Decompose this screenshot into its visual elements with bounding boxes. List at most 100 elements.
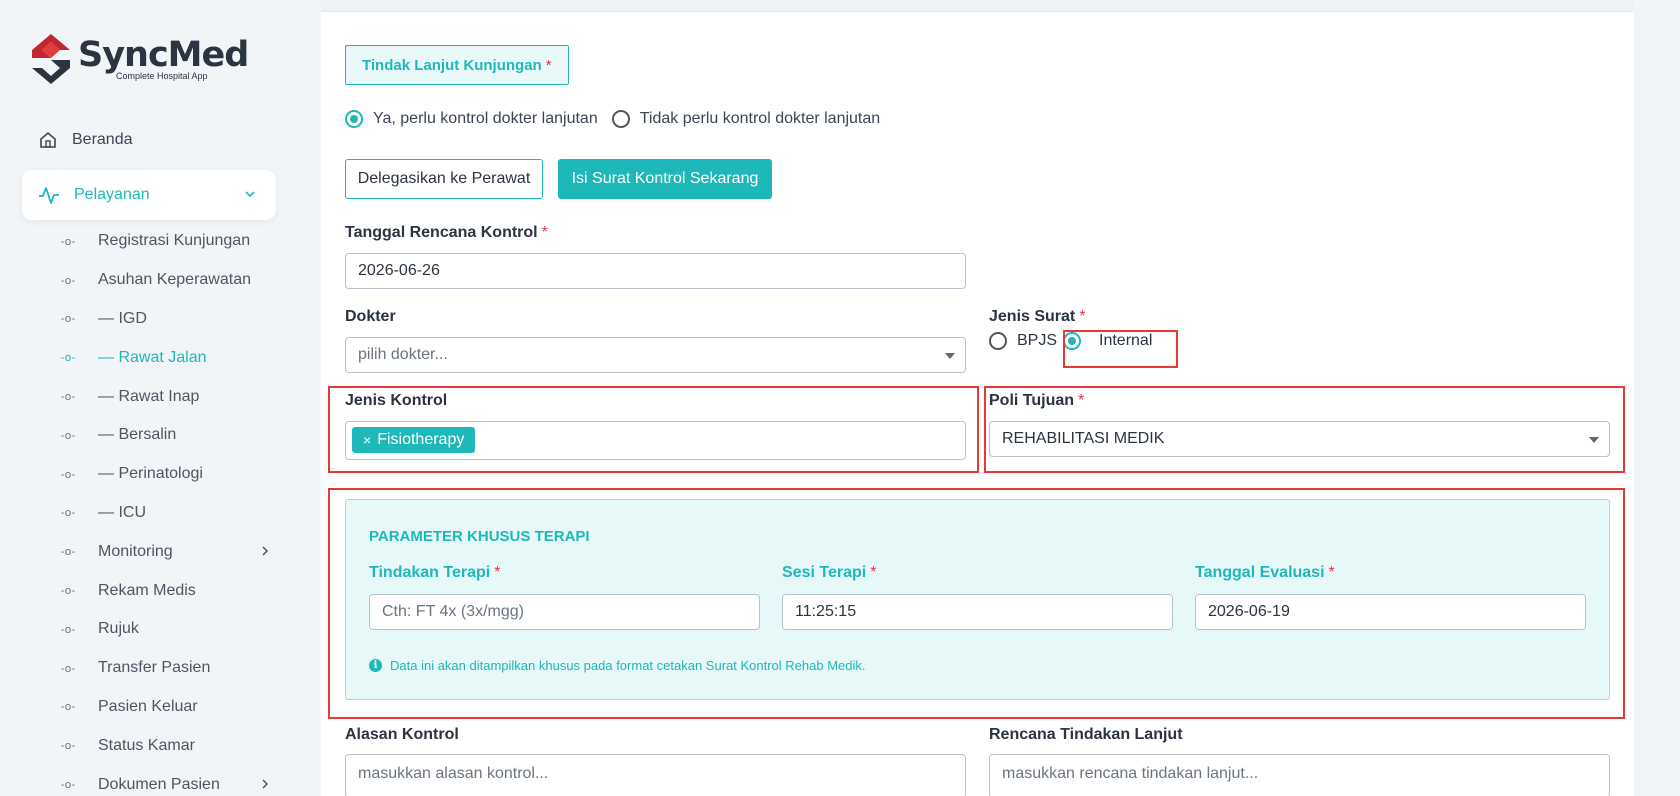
- tindakan-label-text: Tindakan Terapi: [369, 564, 491, 581]
- bullet-icon: -o-: [60, 661, 76, 675]
- jenis-surat-label-text: Jenis Surat: [989, 308, 1076, 325]
- required-mark: *: [545, 56, 552, 74]
- bullet-icon: -o-: [60, 234, 76, 248]
- poli-select-value: REHABILITASI MEDIK: [1002, 430, 1165, 447]
- sidebar-item-rawat-inap[interactable]: -o- — Rawat Inap: [60, 377, 270, 416]
- sidebar-item-label: Rujuk: [98, 620, 139, 638]
- sidebar-item-asuhan[interactable]: -o- Asuhan Keperawatan: [60, 261, 270, 300]
- bullet-icon: -o-: [60, 467, 76, 481]
- remove-tag-icon[interactable]: ×: [363, 432, 371, 448]
- radio-button[interactable]: [611, 110, 630, 128]
- sidebar-group-pelayanan[interactable]: Pelayanan: [22, 170, 276, 220]
- poli-tujuan-select[interactable]: REHABILITASI MEDIK: [989, 421, 1610, 457]
- sidebar-item-monitoring[interactable]: -o- Monitoring: [60, 532, 270, 571]
- radio-button-checked[interactable]: [345, 110, 363, 128]
- radio-label: Tidak perlu kontrol dokter lanjutan: [639, 110, 881, 127]
- sidebar-item-label: — ICU: [98, 503, 146, 521]
- radio-ya-kontrol[interactable]: Ya, perlu kontrol dokter lanjutan: [345, 110, 598, 128]
- required-mark: *: [870, 564, 877, 581]
- parameter-terapi-panel: PARAMETER KHUSUS TERAPI Tindakan Terapi *…: [345, 499, 1610, 700]
- dokter-select-placeholder: pilih dokter...: [358, 346, 448, 363]
- sidebar-item-label: — Rawat Inap: [98, 387, 200, 405]
- section-title-tindak-lanjut: Tindak Lanjut Kunjungan *: [345, 45, 569, 85]
- sidebar-item-rujuk[interactable]: -o- Rujuk: [60, 610, 270, 649]
- sidebar-item-status-kamar[interactable]: -o- Status Kamar: [60, 726, 270, 765]
- sesi-terapi-label: Sesi Terapi *: [782, 564, 876, 582]
- tanggal-label: Tanggal Rencana Kontrol *: [345, 224, 548, 242]
- sidebar-item-label: — IGD: [98, 309, 147, 327]
- sidebar-item-label: Transfer Pasien: [98, 659, 211, 677]
- sidebar-item-label: Rekam Medis: [98, 581, 196, 599]
- main-form-card: Tindak Lanjut Kunjungan * Ya, perlu kontr…: [321, 0, 1634, 796]
- syncmed-logo-icon: [32, 34, 70, 84]
- radio-tidak-kontrol[interactable]: Tidak perlu kontrol dokter lanjutan: [611, 110, 881, 128]
- sidebar: SyncMed Complete Hospital App Beranda Pe…: [0, 0, 300, 796]
- radio-bpjs[interactable]: BPJS: [989, 332, 1057, 350]
- required-mark: *: [541, 224, 548, 241]
- bullet-icon: -o-: [60, 390, 76, 404]
- required-mark: *: [1078, 392, 1085, 409]
- dokter-select[interactable]: pilih dokter...: [345, 337, 966, 373]
- bullet-icon: -o-: [60, 545, 76, 559]
- sidebar-item-transfer[interactable]: -o- Transfer Pasien: [60, 649, 270, 688]
- activity-icon: [39, 187, 59, 204]
- dropdown-caret-icon: [945, 353, 955, 359]
- tanggal-input[interactable]: 2026-06-26: [345, 253, 966, 289]
- sidebar-item-pasien-keluar[interactable]: -o- Pasien Keluar: [60, 688, 270, 727]
- chevron-right-icon: [262, 546, 269, 556]
- bullet-icon: -o-: [60, 778, 76, 792]
- sidebar-item-icu[interactable]: -o- — ICU: [60, 494, 270, 533]
- rencana-tindakan-label: Rencana Tindakan Lanjut: [989, 726, 1183, 743]
- app-logo[interactable]: SyncMed Complete Hospital App: [32, 34, 249, 84]
- sidebar-item-registrasi[interactable]: -o- Registrasi Kunjungan: [60, 222, 270, 261]
- required-mark: *: [494, 564, 501, 581]
- rencana-tindakan-textarea[interactable]: masukkan rencana tindakan lanjut...: [989, 754, 1610, 796]
- radio-label: BPJS: [1017, 332, 1058, 349]
- info-icon: i: [369, 659, 382, 672]
- fisiotherapy-tag[interactable]: × Fisiotherapy: [352, 427, 476, 453]
- sidebar-submenu: -o- Registrasi Kunjungan -o- Asuhan Kepera…: [60, 222, 270, 796]
- required-mark: *: [1079, 308, 1086, 325]
- sidebar-item-rawat-jalan[interactable]: -o- — Rawat Jalan: [60, 338, 270, 377]
- radio-button[interactable]: [989, 332, 1007, 350]
- bullet-icon: -o-: [60, 506, 76, 520]
- jenis-kontrol-multiselect[interactable]: × Fisiotherapy: [345, 421, 966, 460]
- sidebar-item-dokumen[interactable]: -o- Dokumen Pasien: [60, 765, 270, 796]
- sidebar-item-label: — Rawat Jalan: [98, 348, 207, 366]
- radio-label: Ya, perlu kontrol dokter lanjutan: [373, 110, 598, 127]
- chevron-right-icon: [262, 779, 269, 789]
- tindakan-terapi-label: Tindakan Terapi *: [369, 564, 500, 582]
- dokter-label: Dokter: [345, 308, 396, 325]
- logo-title: SyncMed: [78, 35, 249, 75]
- jenis-kontrol-label: Jenis Kontrol: [345, 392, 448, 409]
- dropdown-caret-icon: [1589, 437, 1599, 443]
- sidebar-item-perinatologi[interactable]: -o- — Perinatologi: [60, 455, 270, 494]
- card-top-strip: [321, 0, 1634, 12]
- terapi-info-note: i Data ini akan ditampilkan khusus pada …: [369, 658, 865, 673]
- sesi-label-text: Sesi Terapi: [782, 564, 867, 581]
- poli-label-text: Poli Tujuan: [989, 392, 1075, 409]
- alasan-kontrol-textarea[interactable]: masukkan alasan kontrol...: [345, 754, 966, 796]
- sidebar-item-bersalin[interactable]: -o- — Bersalin: [60, 416, 270, 455]
- bullet-icon: -o-: [60, 428, 76, 442]
- bullet-icon: -o-: [60, 739, 76, 753]
- sidebar-item-label: Registrasi Kunjungan: [98, 232, 251, 250]
- evaluasi-label-text: Tanggal Evaluasi: [1195, 564, 1325, 581]
- fill-control-letter-button[interactable]: Isi Surat Kontrol Sekarang: [558, 159, 772, 199]
- sidebar-item-label: — Perinatologi: [98, 465, 203, 483]
- sidebar-item-igd[interactable]: -o- — IGD: [60, 300, 270, 339]
- home-icon: [40, 131, 56, 148]
- tanggal-evaluasi-input[interactable]: 2026-06-19: [1195, 594, 1586, 630]
- section-title-text: Tindak Lanjut Kunjungan: [362, 56, 542, 74]
- poli-tujuan-label: Poli Tujuan *: [989, 392, 1084, 410]
- info-note-text: Data ini akan ditampilkan khusus pada fo…: [390, 658, 866, 673]
- delegate-to-nurse-button[interactable]: Delegasikan ke Perawat: [345, 159, 543, 199]
- sidebar-item-label: Pasien Keluar: [98, 697, 198, 715]
- bullet-icon: -o-: [60, 700, 76, 714]
- sidebar-item-label: Dokumen Pasien: [98, 775, 220, 793]
- sidebar-item-rekam-medis[interactable]: -o- Rekam Medis: [60, 571, 270, 610]
- sidebar-item-label: Beranda: [72, 131, 133, 148]
- tindakan-terapi-input[interactable]: Cth: FT 4x (3x/mgg): [369, 594, 760, 630]
- sidebar-item-beranda[interactable]: Beranda: [38, 130, 133, 150]
- sesi-terapi-input[interactable]: 11:25:15: [782, 594, 1173, 630]
